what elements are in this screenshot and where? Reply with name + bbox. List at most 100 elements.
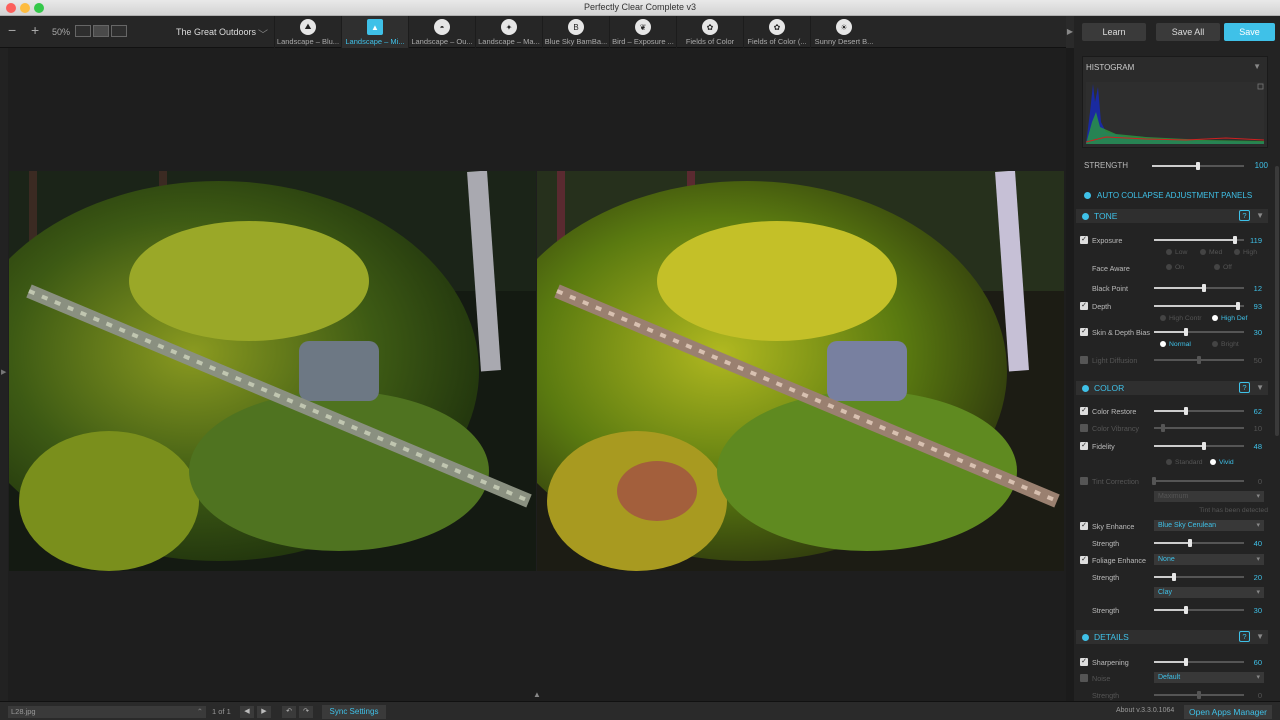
sharpening-checkbox[interactable]: ✓ [1080, 658, 1088, 666]
fidelity-checkbox[interactable]: ✓ [1080, 442, 1088, 450]
fidelity-radio[interactable]: Standard [1166, 459, 1203, 466]
black-point-slider[interactable] [1154, 284, 1244, 292]
face-aware-radio[interactable]: On [1166, 264, 1184, 271]
preset-item[interactable]: ▲ Landscape – Mi... [341, 16, 408, 48]
tint-correction-checkbox[interactable] [1080, 477, 1088, 485]
color-enable-dot[interactable] [1082, 385, 1089, 392]
zoom-in-button[interactable]: + [31, 22, 39, 38]
sync-settings-button[interactable]: Sync Settings [322, 705, 386, 719]
collapse-triangle-icon[interactable]: ▼ [1256, 383, 1264, 392]
auto-collapse-toggle[interactable]: AUTO COLLAPSE ADJUSTMENT PANELS [1084, 190, 1274, 202]
save-button[interactable]: Save [1224, 23, 1275, 41]
split-view-button[interactable] [93, 25, 109, 37]
skin-radio[interactable]: Normal [1160, 341, 1191, 348]
light-diffusion-slider[interactable] [1154, 356, 1244, 364]
about-version[interactable]: About v.3.3.0.1064 [1116, 707, 1174, 714]
exposure-slider[interactable] [1154, 236, 1244, 244]
preset-item[interactable]: ✿ Fields of Color (... [743, 16, 810, 48]
help-icon[interactable]: ? [1239, 631, 1250, 642]
help-icon[interactable]: ? [1239, 210, 1250, 221]
undo-button[interactable]: ↶ [282, 706, 296, 718]
noise-strength-slider[interactable] [1154, 691, 1244, 699]
preset-item[interactable]: B Blue Sky BamBa... [542, 16, 609, 48]
preset-item[interactable]: ◓ Landscape – Ou... [408, 16, 475, 48]
skin-depth-bias-slider[interactable] [1154, 328, 1244, 336]
sharpening-label: Sharpening [1092, 658, 1129, 667]
auto-collapse-label: AUTO COLLAPSE ADJUSTMENT PANELS [1097, 191, 1253, 200]
exposure-checkbox[interactable]: ✓ [1080, 236, 1088, 244]
black-point-value: 12 [1253, 284, 1262, 293]
color-vibrancy-slider[interactable] [1154, 424, 1244, 432]
fidelity-row: ✓ Fidelity 48 [1080, 440, 1268, 452]
fidelity-radio[interactable]: Vivid [1210, 459, 1234, 466]
sky-enhance-checkbox[interactable]: ✓ [1080, 522, 1088, 530]
color-section-header[interactable]: COLOR ? ▼ [1076, 381, 1268, 395]
foliage-strength-slider[interactable] [1154, 573, 1244, 581]
exposure-radio[interactable]: Med [1200, 249, 1222, 256]
filename-field[interactable]: L28.jpg ⌃ [8, 706, 206, 718]
foliage-style-dropdown[interactable]: Clay ▾ [1154, 587, 1264, 598]
depth-checkbox[interactable]: ✓ [1080, 302, 1088, 310]
panel-scrollbar[interactable] [1275, 166, 1279, 436]
tone-section-header[interactable]: TONE ? ▼ [1076, 209, 1268, 223]
depth-radio[interactable]: High Def [1212, 315, 1247, 322]
prev-image-button[interactable]: ◀ [240, 706, 254, 718]
chevron-down-icon[interactable]: ﹀ [258, 26, 268, 41]
save-all-button[interactable]: Save All [1156, 23, 1220, 41]
noise-dropdown[interactable]: Default ▾ [1154, 672, 1264, 683]
learn-button[interactable]: Learn [1082, 23, 1146, 41]
foliage-enhance-checkbox[interactable]: ✓ [1080, 556, 1088, 564]
flowers-icon: ✿ [702, 19, 718, 35]
tint-correction-slider[interactable] [1152, 477, 1244, 485]
noise-checkbox[interactable] [1080, 674, 1088, 682]
sky-enhance-dropdown[interactable]: Blue Sky Cerulean ▾ [1154, 520, 1264, 531]
help-icon[interactable]: ? [1239, 382, 1250, 393]
style-strength-slider[interactable] [1154, 606, 1244, 614]
color-vibrancy-checkbox[interactable] [1080, 424, 1088, 432]
next-image-button[interactable]: ▶ [257, 706, 271, 718]
color-restore-slider[interactable] [1154, 407, 1244, 415]
depth-slider[interactable] [1154, 302, 1244, 310]
preset-item[interactable]: ✦ Landscape – Ma... [475, 16, 542, 48]
tint-correction-label: Tint Correction [1092, 477, 1139, 486]
fidelity-slider[interactable] [1154, 442, 1244, 450]
mountain-sun-icon: ⛰ [300, 19, 316, 35]
zoom-out-button[interactable]: − [8, 22, 16, 38]
light-diffusion-checkbox[interactable] [1080, 356, 1088, 364]
single-view-button[interactable] [75, 25, 91, 37]
exposure-radio[interactable]: High [1234, 249, 1257, 256]
preset-item[interactable]: ✿ Fields of Color [676, 16, 743, 48]
sharpening-slider[interactable] [1154, 658, 1244, 666]
depth-radio[interactable]: High Contr [1160, 315, 1202, 322]
side-by-side-button[interactable] [111, 25, 127, 37]
collapse-panel-arrow-icon[interactable]: ▶ [1066, 16, 1074, 48]
exposure-value: 119 [1250, 236, 1262, 245]
foliage-enhance-dropdown[interactable]: None ▾ [1154, 554, 1264, 565]
black-point-row: Black Point 12 [1080, 282, 1268, 294]
preset-item[interactable]: ☀ Sunny Desert B... [810, 16, 877, 48]
preset-item[interactable]: ⛰ Landscape – Blu... [274, 16, 341, 48]
preset-item[interactable]: ❦ Bird – Exposure ... [609, 16, 676, 48]
strength-slider[interactable] [1152, 162, 1244, 170]
foliage-enhance-row: ✓ Foliage Enhance None ▾ [1080, 554, 1268, 566]
tone-enable-dot[interactable] [1082, 213, 1089, 220]
skin-depth-bias-checkbox[interactable]: ✓ [1080, 328, 1088, 336]
redo-button[interactable]: ↷ [299, 706, 313, 718]
details-section-header[interactable]: DETAILS ? ▼ [1076, 630, 1268, 644]
collapse-triangle-icon[interactable]: ▼ [1256, 211, 1264, 220]
collapse-triangle-icon[interactable]: ▼ [1256, 632, 1264, 641]
filmstrip-toggle-icon[interactable]: ▲ [533, 690, 541, 699]
face-aware-radio[interactable]: Off [1214, 264, 1232, 271]
depth-row: ✓ Depth 93 [1080, 300, 1268, 312]
sky-strength-slider[interactable] [1154, 539, 1244, 547]
color-restore-checkbox[interactable]: ✓ [1080, 407, 1088, 415]
details-enable-dot[interactable] [1082, 634, 1089, 641]
collapse-triangle-icon[interactable]: ▼ [1253, 62, 1261, 71]
exposure-radio[interactable]: Low [1166, 249, 1187, 256]
tint-mode-dropdown[interactable]: Maximum ▾ [1154, 491, 1264, 502]
left-collapse-edge[interactable]: ▶ [0, 48, 8, 701]
preset-group-name[interactable]: The Great Outdoors [160, 27, 272, 37]
foliage-style-row: Clay ▾ [1080, 587, 1268, 599]
skin-radio[interactable]: Bright [1212, 341, 1239, 348]
open-apps-manager-button[interactable]: Open Apps Manager [1184, 705, 1272, 719]
